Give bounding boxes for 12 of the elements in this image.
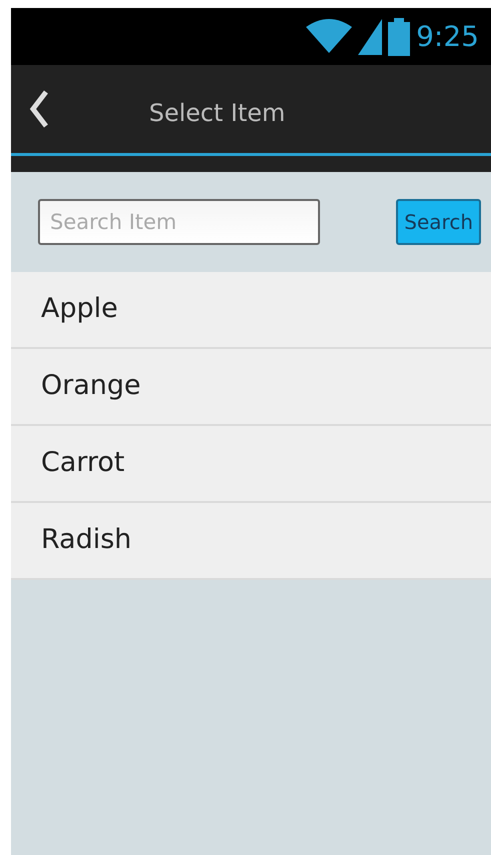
signal-icon (358, 18, 382, 54)
list-item[interactable]: Radish (11, 503, 491, 580)
clock-time: 9:25 (416, 18, 479, 54)
list-item[interactable]: Carrot (11, 426, 491, 503)
back-icon[interactable] (29, 89, 49, 129)
wifi-icon (306, 18, 352, 54)
search-field[interactable]: Search Item (38, 199, 320, 245)
list-item[interactable]: Orange (11, 349, 491, 426)
battery-icon (388, 18, 410, 56)
list-item[interactable]: Apple (11, 272, 491, 349)
screen-title: Select Item (149, 98, 286, 129)
search-button[interactable]: Search (396, 199, 481, 245)
